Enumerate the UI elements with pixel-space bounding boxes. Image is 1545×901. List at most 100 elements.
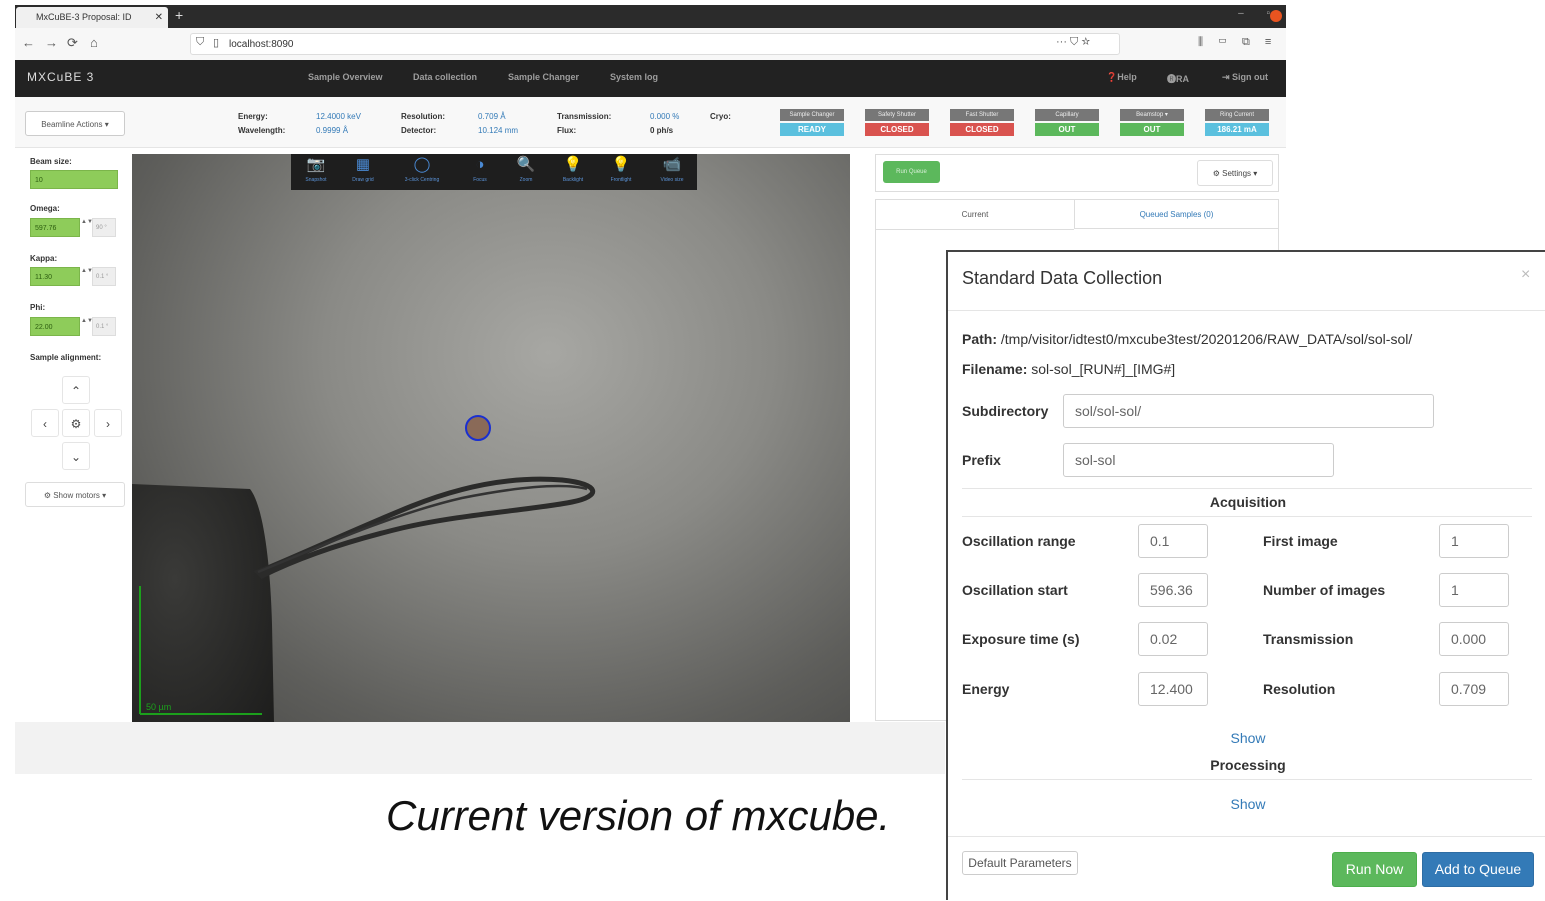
- sample-changer-status[interactable]: READY: [780, 123, 844, 136]
- fast-shutter-status[interactable]: CLOSED: [950, 123, 1014, 136]
- close-icon[interactable]: ×: [1521, 266, 1530, 284]
- run-now-button[interactable]: Run Now: [1332, 852, 1417, 887]
- energy-label: Energy:: [238, 112, 268, 121]
- run-queue-button[interactable]: Run Queue: [883, 161, 940, 183]
- three-click-centring-button[interactable]: ◯ 3-click Centring: [397, 154, 447, 190]
- transmission-input[interactable]: 0.000: [1439, 622, 1509, 656]
- grid-icon: ▦: [355, 156, 371, 173]
- capillary-status[interactable]: OUT: [1035, 123, 1099, 136]
- prefix-input[interactable]: sol-sol: [1063, 443, 1334, 477]
- detector-value[interactable]: 10.124 mm: [478, 126, 518, 135]
- show-processing-link[interactable]: Show: [1150, 796, 1346, 812]
- chevron-up-icon[interactable]: ⌃: [62, 376, 90, 404]
- default-parameters-button[interactable]: Default Parameters: [962, 851, 1078, 875]
- chevron-left-icon[interactable]: ‹: [31, 409, 59, 437]
- oscillation-start-input[interactable]: 596.36: [1138, 573, 1208, 607]
- nav-help[interactable]: ❓Help: [1106, 72, 1137, 83]
- nav-sign-out[interactable]: ⇥ Sign out: [1222, 72, 1268, 83]
- exposure-time-input[interactable]: 0.02: [1138, 622, 1208, 656]
- frontlight-button[interactable]: 💡 Frontlight: [596, 154, 646, 190]
- new-tab-button[interactable]: +: [175, 7, 183, 23]
- reload-icon[interactable]: ⟳: [67, 35, 78, 51]
- nav-data-collection[interactable]: Data collection: [413, 72, 477, 82]
- shield-icon: ⛉: [196, 36, 205, 48]
- dialog-footer-divider: [948, 836, 1545, 837]
- browser-menu-icons[interactable]: ⫼ ▭ ⧉ ≡: [1198, 36, 1277, 49]
- phi-step-input[interactable]: 0.1 °: [92, 317, 116, 336]
- kappa-stepper[interactable]: ▲▼: [81, 267, 93, 286]
- home-icon[interactable]: ⌂: [90, 35, 98, 50]
- zoom-button[interactable]: 🔍 Zoom: [501, 154, 551, 190]
- chevron-right-icon[interactable]: ›: [94, 409, 122, 437]
- flux-value: 0 ph/s: [650, 126, 674, 135]
- processing-divider: [962, 779, 1532, 780]
- tab-queued-samples[interactable]: Queued Samples (0): [1074, 200, 1278, 229]
- processing-heading: Processing: [1210, 757, 1286, 773]
- sample-video-view[interactable]: 50 µm: [132, 154, 850, 722]
- energy-value[interactable]: 12.4000 keV: [316, 112, 361, 121]
- wavelength-value[interactable]: 0.9999 Å: [316, 126, 348, 135]
- chevron-down-icon[interactable]: ⌄: [62, 442, 90, 470]
- beamstop-badge-label[interactable]: Beamstop ▾: [1120, 109, 1184, 121]
- transmission-value[interactable]: 0.000 %: [650, 112, 679, 121]
- nav-system-log[interactable]: System log: [610, 72, 658, 82]
- safety-shutter-status[interactable]: CLOSED: [865, 123, 929, 136]
- sample-alignment-label: Sample alignment:: [30, 353, 102, 362]
- focus-label: Focus: [473, 177, 487, 183]
- first-image-input[interactable]: 1: [1439, 524, 1509, 558]
- omega-step-input[interactable]: 90 °: [92, 218, 116, 237]
- beamline-actions-button[interactable]: Beamline Actions ▾: [25, 111, 125, 136]
- snapshot-label: Snapshot: [305, 177, 327, 183]
- nav-user[interactable]: 🅡RA: [1167, 72, 1189, 85]
- show-acquisition-link[interactable]: Show: [1150, 730, 1346, 746]
- oscillation-range-input[interactable]: 0.1: [1138, 524, 1208, 558]
- number-of-images-input[interactable]: 1: [1439, 573, 1509, 607]
- resolution-label: Resolution:: [401, 112, 445, 121]
- detector-label: Detector:: [401, 126, 437, 135]
- magnifier-icon: 🔍: [516, 156, 536, 173]
- window-close-button[interactable]: [1270, 10, 1282, 22]
- resolution-value[interactable]: 0.709 Å: [478, 112, 506, 121]
- draw-grid-button[interactable]: ▦ Draw grid: [338, 154, 388, 190]
- nav-sample-overview[interactable]: Sample Overview: [308, 72, 383, 82]
- omega-stepper[interactable]: ▲▼: [81, 218, 93, 237]
- subdirectory-input[interactable]: sol/sol-sol/: [1063, 394, 1434, 428]
- phi-label: Phi:: [30, 303, 46, 312]
- show-motors-button[interactable]: ⚙ Show motors ▾: [25, 482, 125, 507]
- gear-icon[interactable]: ⚙: [62, 409, 90, 437]
- fast-shutter-badge-label: Fast Shutter: [950, 109, 1014, 121]
- resolution-input[interactable]: 0.709: [1439, 672, 1509, 706]
- tab-current[interactable]: Current: [876, 200, 1074, 230]
- kappa-input[interactable]: 11.30: [30, 267, 80, 286]
- exposure-time-label: Exposure time (s): [962, 631, 1080, 647]
- video-camera-icon: 📹: [662, 156, 682, 173]
- url-input[interactable]: localhost:8090: [190, 33, 1120, 55]
- focus-button[interactable]: ◑ Focus: [455, 154, 505, 190]
- wavelength-label: Wavelength:: [238, 126, 286, 135]
- phi-stepper[interactable]: ▲▼: [81, 317, 93, 336]
- acquisition-divider-bottom: [962, 516, 1532, 517]
- kappa-step-input[interactable]: 0.1 °: [92, 267, 116, 286]
- acquisition-divider: [962, 488, 1532, 489]
- dialog-header-divider: [948, 310, 1545, 311]
- forward-icon[interactable]: →: [45, 35, 58, 50]
- app-brand[interactable]: MXCuBE 3: [27, 70, 94, 84]
- zoom-label: Zoom: [519, 177, 533, 183]
- filename-row: Filename: sol-sol_[RUN#]_[IMG#]: [962, 361, 1175, 377]
- omega-input[interactable]: 597.76: [30, 218, 80, 237]
- tab-close-icon[interactable]: ✕: [155, 7, 163, 28]
- backlight-button[interactable]: 💡 Backlight: [548, 154, 598, 190]
- energy-input[interactable]: 12.400: [1138, 672, 1208, 706]
- beamstop-status[interactable]: OUT: [1120, 123, 1184, 136]
- add-to-queue-button[interactable]: Add to Queue: [1422, 852, 1534, 887]
- settings-dropdown[interactable]: ⚙ Settings ▾: [1197, 160, 1273, 186]
- beam-size-select[interactable]: 10: [30, 170, 118, 189]
- phi-input[interactable]: 22.00: [30, 317, 80, 336]
- nav-sample-changer[interactable]: Sample Changer: [508, 72, 579, 82]
- browser-tab[interactable]: MxCuBE-3 Proposal: ID ✕: [16, 7, 168, 28]
- video-size-button[interactable]: 📹 Video size: [647, 154, 697, 190]
- page-actions-icons[interactable]: ··· ⛉ ☆: [1056, 36, 1090, 49]
- back-icon[interactable]: ←: [22, 35, 35, 50]
- snapshot-button[interactable]: 📷 Snapshot: [291, 154, 341, 190]
- lightbulb-icon: 💡: [563, 156, 583, 173]
